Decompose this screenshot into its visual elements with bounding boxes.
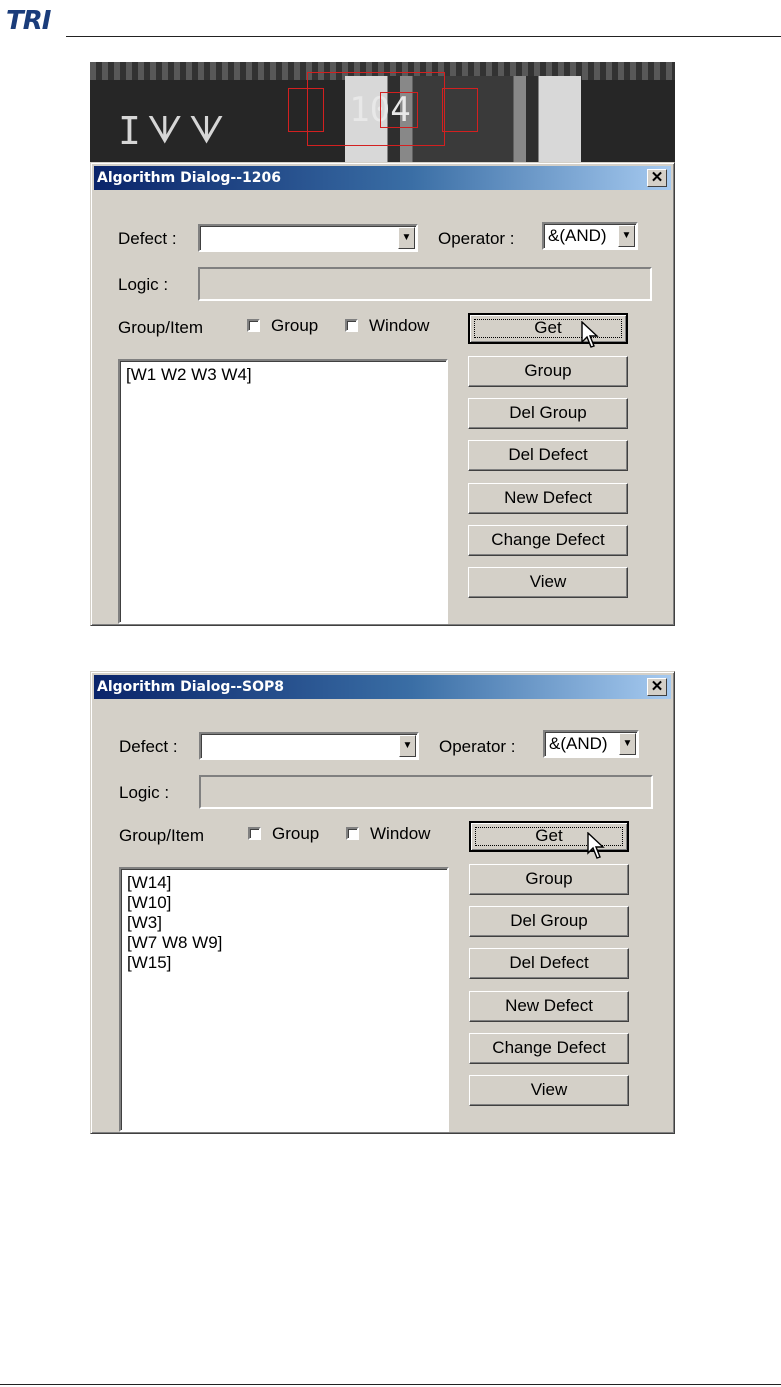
logic-field[interactable] — [199, 775, 653, 809]
defect-dropdown[interactable]: ▼ — [198, 224, 418, 252]
group-checkbox-label: Group — [271, 316, 319, 335]
inspection-camera-image: ᗑᗑI 104 — [90, 62, 675, 162]
algorithm-dialog-1206: Algorithm Dialog--1206 ✕ Defect : ▼ Oper… — [90, 162, 675, 626]
change-defect-button[interactable]: Change Defect — [469, 1033, 629, 1064]
new-defect-button[interactable]: New Defect — [468, 483, 628, 514]
company-logo: TRI — [6, 6, 51, 36]
del-group-button[interactable]: Del Group — [468, 398, 628, 429]
operator-label: Operator : — [438, 229, 515, 248]
footer-rule — [0, 1384, 781, 1385]
group-button[interactable]: Group — [468, 356, 628, 387]
list-item[interactable]: [W3] — [127, 913, 441, 933]
dialog-title: Algorithm Dialog--SOP8 — [97, 679, 285, 695]
change-defect-button[interactable]: Change Defect — [468, 525, 628, 556]
dialog-title: Algorithm Dialog--1206 — [97, 170, 281, 186]
title-bar[interactable]: Algorithm Dialog--1206 ✕ — [94, 166, 671, 190]
title-bar[interactable]: Algorithm Dialog--SOP8 ✕ — [94, 675, 671, 699]
roi-window-marking[interactable] — [380, 92, 418, 128]
operator-value: &(AND) — [549, 734, 608, 753]
defect-dropdown[interactable]: ▼ — [199, 732, 419, 760]
close-button[interactable]: ✕ — [647, 169, 667, 187]
logic-field[interactable] — [198, 267, 652, 301]
roi-window-left-pad[interactable] — [288, 88, 324, 132]
roi-window-body[interactable] — [307, 72, 445, 146]
algorithm-dialog-sop8: Algorithm Dialog--SOP8 ✕ Defect : ▼ Oper… — [90, 671, 675, 1134]
mouse-pointer-icon — [587, 832, 605, 859]
group-checkbox-label: Group — [272, 824, 320, 843]
roi-window-right-pad[interactable] — [442, 88, 478, 132]
del-group-button[interactable]: Del Group — [469, 906, 629, 937]
del-defect-button[interactable]: Del Defect — [469, 948, 629, 979]
list-item[interactable]: [W15] — [127, 953, 441, 973]
window-checkbox[interactable] — [345, 319, 358, 332]
group-item-list[interactable]: [W1 W2 W3 W4] — [118, 359, 448, 624]
operator-dropdown[interactable]: &(AND) ▼ — [543, 730, 639, 758]
window-checkbox-label: Window — [369, 316, 430, 335]
chevron-down-icon[interactable]: ▼ — [398, 227, 415, 249]
list-item[interactable]: [W7 W8 W9] — [127, 933, 441, 953]
operator-label: Operator : — [439, 737, 516, 756]
group-button[interactable]: Group — [469, 864, 629, 895]
get-button[interactable]: Get — [468, 313, 628, 344]
list-item[interactable]: [W10] — [127, 893, 441, 913]
chevron-down-icon[interactable]: ▼ — [399, 735, 416, 757]
chevron-down-icon[interactable]: ▼ — [618, 225, 635, 247]
header-rule — [66, 36, 781, 37]
view-button[interactable]: View — [468, 567, 628, 598]
group-item-label: Group/Item — [119, 826, 205, 845]
list-item[interactable]: [W14] — [127, 873, 441, 893]
logic-label: Logic : — [119, 783, 170, 802]
group-item-list[interactable]: [W14] [W10] [W3] [W7 W8 W9] [W15] — [119, 867, 449, 1132]
del-defect-button[interactable]: Del Defect — [468, 440, 628, 471]
chevron-down-icon[interactable]: ▼ — [619, 733, 636, 755]
group-checkbox[interactable] — [248, 827, 261, 840]
mouse-pointer-icon — [581, 321, 599, 348]
new-defect-button[interactable]: New Defect — [469, 991, 629, 1022]
group-item-label: Group/Item — [118, 318, 204, 337]
operator-value: &(AND) — [548, 226, 607, 245]
logic-label: Logic : — [118, 275, 169, 294]
window-checkbox-label: Window — [370, 824, 431, 843]
defect-label: Defect : — [119, 737, 178, 756]
operator-dropdown[interactable]: &(AND) ▼ — [542, 222, 638, 250]
list-item[interactable]: [W1 W2 W3 W4] — [126, 365, 440, 385]
close-button[interactable]: ✕ — [647, 678, 667, 696]
defect-label: Defect : — [118, 229, 177, 248]
silkscreen-text: ᗑᗑI — [112, 107, 225, 151]
window-checkbox[interactable] — [346, 827, 359, 840]
view-button[interactable]: View — [469, 1075, 629, 1106]
group-checkbox[interactable] — [247, 319, 260, 332]
